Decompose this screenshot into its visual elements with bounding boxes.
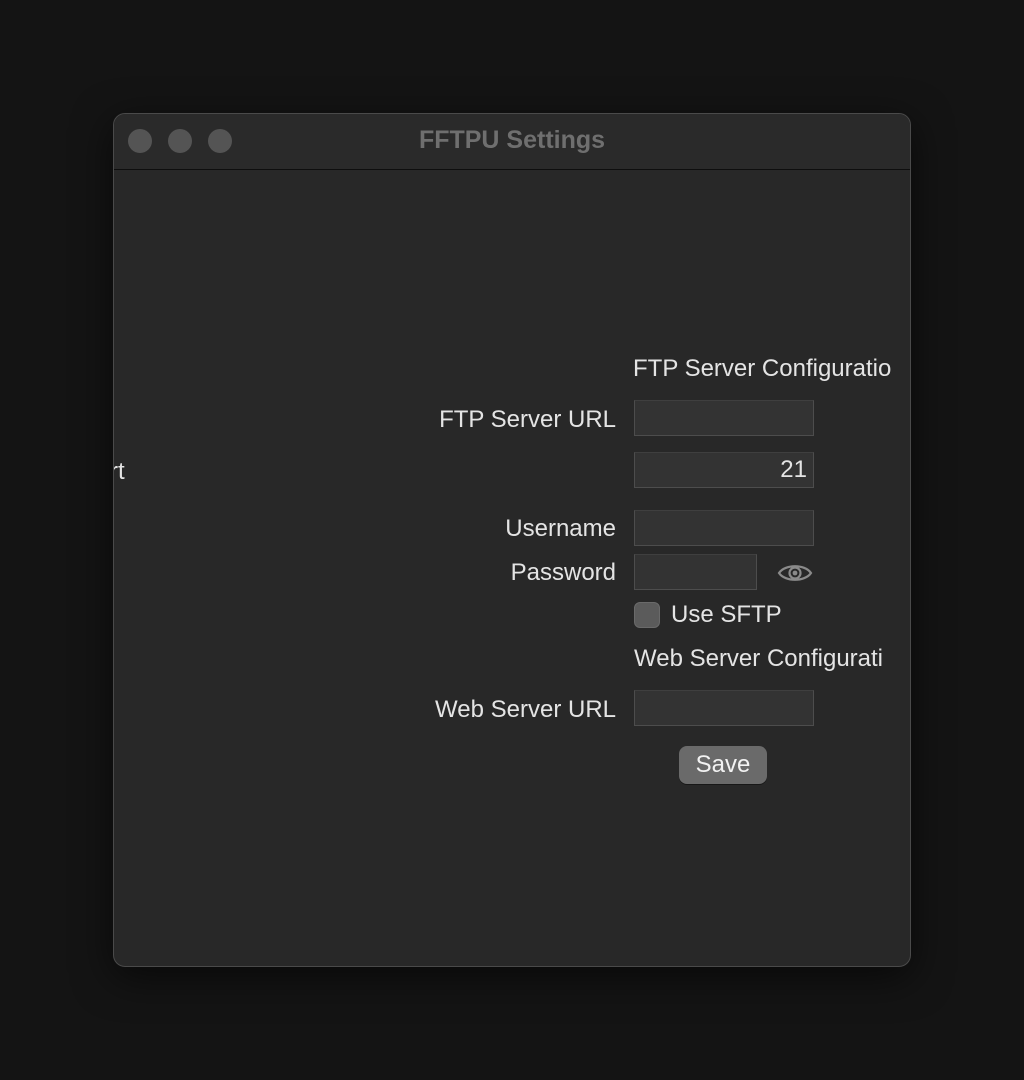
ftp-url-label: FTP Server URL <box>439 406 616 433</box>
username-label: Username <box>505 515 616 542</box>
password-label: Password <box>510 559 616 586</box>
title-bar[interactable]: FFTPU Settings <box>114 114 910 170</box>
port-label: rt <box>114 458 125 485</box>
web-section-heading: Web Server Configurati <box>634 645 883 672</box>
ftp-url-input[interactable] <box>634 400 814 436</box>
use-sftp-label: Use SFTP <box>671 601 782 628</box>
settings-window: FFTPU Settings FTP Server Configuratio F… <box>113 113 911 967</box>
use-sftp-checkbox[interactable] <box>634 602 660 628</box>
web-url-label: Web Server URL <box>435 696 616 723</box>
password-input[interactable] <box>634 554 757 590</box>
web-url-input[interactable] <box>634 690 814 726</box>
window-title: FFTPU Settings <box>418 126 606 154</box>
settings-form: FTP Server Configuratio FTP Server URL r… <box>114 170 910 966</box>
save-button[interactable]: Save <box>679 746 767 784</box>
port-input[interactable] <box>634 452 814 488</box>
ftp-section-heading: FTP Server Configuratio <box>633 355 892 382</box>
username-input[interactable] <box>634 510 814 546</box>
eye-icon[interactable] <box>777 562 813 589</box>
